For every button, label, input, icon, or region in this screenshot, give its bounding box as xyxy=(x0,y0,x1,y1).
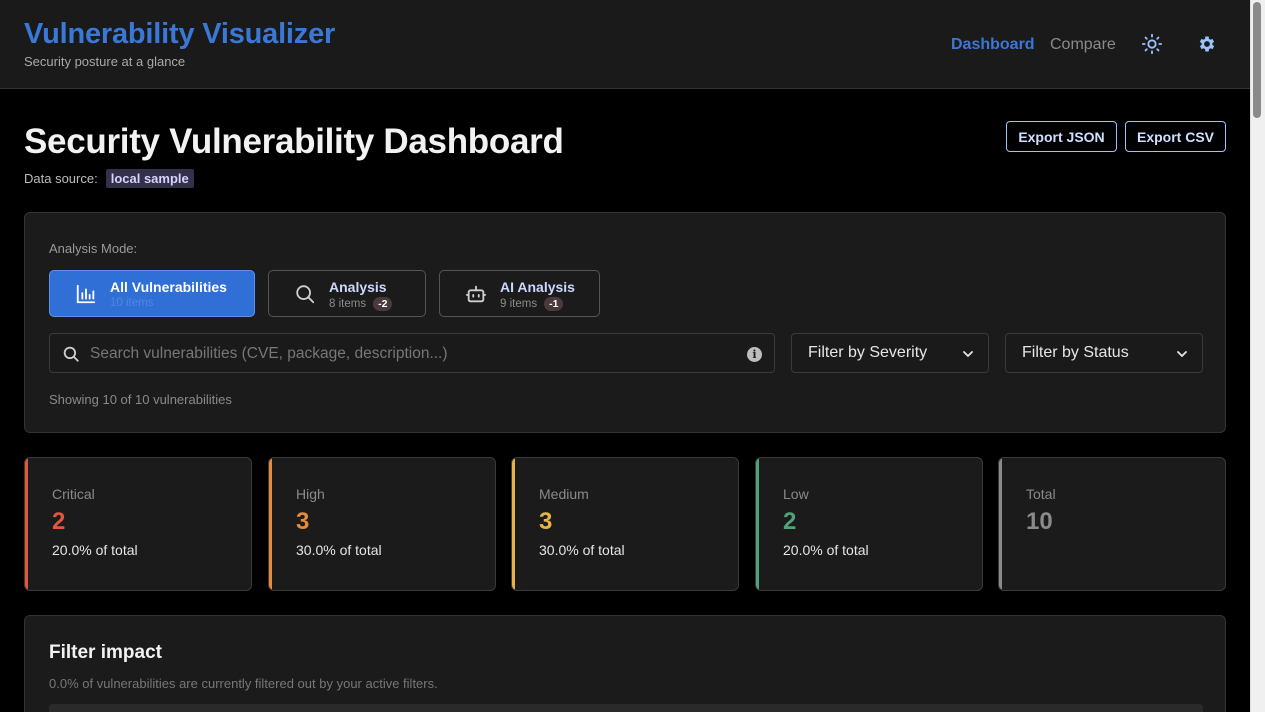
stat-label: Total xyxy=(1026,486,1056,502)
severity-filter-select[interactable]: Filter by Severity xyxy=(791,333,989,373)
mode-count: 8 items xyxy=(329,298,367,310)
stat-percent: 20.0% of total xyxy=(52,542,138,558)
status-filter-select[interactable]: Filter by Status xyxy=(1005,333,1203,373)
top-bar: Vulnerability Visualizer Security postur… xyxy=(0,0,1250,89)
gear-icon xyxy=(1199,36,1215,52)
stat-label: Medium xyxy=(539,486,589,502)
filter-impact-bar xyxy=(49,704,1203,712)
chevron-down-icon xyxy=(1177,351,1187,358)
stat-value: 10 xyxy=(1026,508,1053,535)
info-icon[interactable]: i xyxy=(747,347,762,362)
page-title: Security Vulnerability Dashboard xyxy=(24,122,564,161)
datasource-label: Data source: xyxy=(24,171,98,186)
mode-count: 10 items xyxy=(110,297,154,309)
stat-percent: 20.0% of total xyxy=(783,542,869,558)
export-csv-button[interactable]: Export CSV xyxy=(1125,121,1226,152)
search-icon xyxy=(63,346,79,362)
stat-card-critical[interactable]: Critical 2 20.0% of total xyxy=(24,457,252,591)
app-title[interactable]: Vulnerability Visualizer xyxy=(24,18,335,50)
mode-delta-badge: -2 xyxy=(373,297,393,311)
stat-value: 2 xyxy=(783,508,797,535)
stat-percent: 30.0% of total xyxy=(539,542,625,558)
brand: Vulnerability Visualizer Security postur… xyxy=(24,18,335,69)
datasource: Data source: local sample xyxy=(24,169,194,188)
stat-label: High xyxy=(296,486,325,502)
app-subtitle: Security posture at a glance xyxy=(24,54,186,69)
stat-label: Critical xyxy=(52,486,95,502)
card-accent xyxy=(269,458,272,590)
stat-percent: 30.0% of total xyxy=(296,542,382,558)
severity-filter-label: Filter by Severity xyxy=(808,344,928,361)
results-count: Showing 10 of 10 vulnerabilities xyxy=(49,392,232,407)
mode-analysis-button[interactable]: Analysis 8 items -2 xyxy=(268,270,426,317)
bar-chart-icon xyxy=(76,284,96,304)
export-json-button[interactable]: Export JSON xyxy=(1006,121,1117,152)
stat-card-total[interactable]: Total 10 xyxy=(998,457,1226,591)
stat-card-high[interactable]: High 3 30.0% of total xyxy=(268,457,496,591)
search-input[interactable] xyxy=(90,343,730,365)
card-accent xyxy=(25,458,28,590)
datasource-badge: local sample xyxy=(105,169,194,188)
mode-name: All Vulnerabilities xyxy=(110,279,227,295)
card-accent xyxy=(512,458,515,590)
nav-compare[interactable]: Compare xyxy=(1050,36,1116,54)
mode-count: 9 items xyxy=(500,298,538,310)
mode-name: Analysis xyxy=(329,279,387,295)
nav-dashboard[interactable]: Dashboard xyxy=(951,36,1035,54)
chevron-down-icon xyxy=(963,351,973,358)
theme-toggle-button[interactable] xyxy=(1141,33,1163,55)
mode-delta-badge: -1 xyxy=(544,297,564,311)
card-accent xyxy=(999,458,1002,590)
stat-value: 2 xyxy=(52,508,66,535)
search-box: i xyxy=(49,333,775,373)
stat-card-low[interactable]: Low 2 20.0% of total xyxy=(755,457,983,591)
settings-button[interactable] xyxy=(1196,33,1218,55)
filter-impact-panel: Filter impact 0.0% of vulnerabilities ar… xyxy=(24,615,1226,712)
stat-label: Low xyxy=(783,486,809,502)
scrollbar-thumb[interactable] xyxy=(1253,2,1261,118)
analysis-mode-label: Analysis Mode: xyxy=(49,241,138,256)
mode-all-vulnerabilities-button[interactable]: All Vulnerabilities 10 items xyxy=(49,270,255,317)
robot-icon xyxy=(465,285,487,303)
mode-ai-analysis-button[interactable]: AI Analysis 9 items -1 xyxy=(439,270,600,317)
mode-name: AI Analysis xyxy=(500,279,575,295)
filter-impact-subtitle: 0.0% of vulnerabilities are currently fi… xyxy=(49,676,438,691)
analysis-panel: Analysis Mode: All Vulnerabilities 10 it… xyxy=(24,212,1226,433)
stat-value: 3 xyxy=(296,508,310,535)
filter-impact-title: Filter impact xyxy=(49,642,162,663)
status-filter-label: Filter by Status xyxy=(1022,344,1129,361)
search-icon xyxy=(296,285,315,304)
stat-card-medium[interactable]: Medium 3 30.0% of total xyxy=(511,457,739,591)
card-accent xyxy=(756,458,759,590)
stat-value: 3 xyxy=(539,508,553,535)
sun-icon xyxy=(1141,33,1163,55)
